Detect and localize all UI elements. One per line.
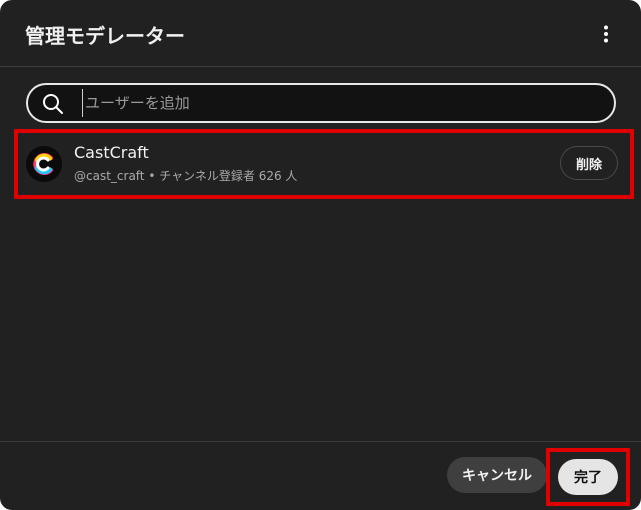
dialog-title: 管理モデレーター xyxy=(25,24,185,48)
footer-divider xyxy=(0,441,641,442)
castcraft-logo-icon xyxy=(26,146,62,182)
dialog-header: 管理モデレーター xyxy=(0,0,641,66)
moderator-handle: @cast_craft xyxy=(74,169,145,183)
moderators-dialog: 管理モデレーター CastCraft @cast_c xyxy=(0,0,641,510)
search-icon xyxy=(43,94,63,114)
moderator-row: CastCraft @cast_craft • チャンネル登録者 626 人 削… xyxy=(14,129,634,199)
meta-separator: • xyxy=(148,169,156,183)
done-button[interactable]: 完了 xyxy=(558,459,618,495)
avatar[interactable] xyxy=(26,146,62,182)
header-divider xyxy=(0,66,641,67)
search-box[interactable] xyxy=(26,83,616,123)
subscriber-count: チャンネル登録者 626 人 xyxy=(159,169,298,183)
done-button-highlight: 完了 xyxy=(546,448,630,506)
cancel-button[interactable]: キャンセル xyxy=(447,457,547,493)
remove-moderator-button[interactable]: 削除 xyxy=(560,146,618,180)
moderator-meta: @cast_craft • チャンネル登録者 626 人 xyxy=(74,167,297,184)
add-user-input[interactable] xyxy=(82,89,585,117)
more-options-button[interactable] xyxy=(592,20,620,48)
vertical-dots-icon xyxy=(604,25,608,43)
moderator-name[interactable]: CastCraft xyxy=(74,143,149,162)
